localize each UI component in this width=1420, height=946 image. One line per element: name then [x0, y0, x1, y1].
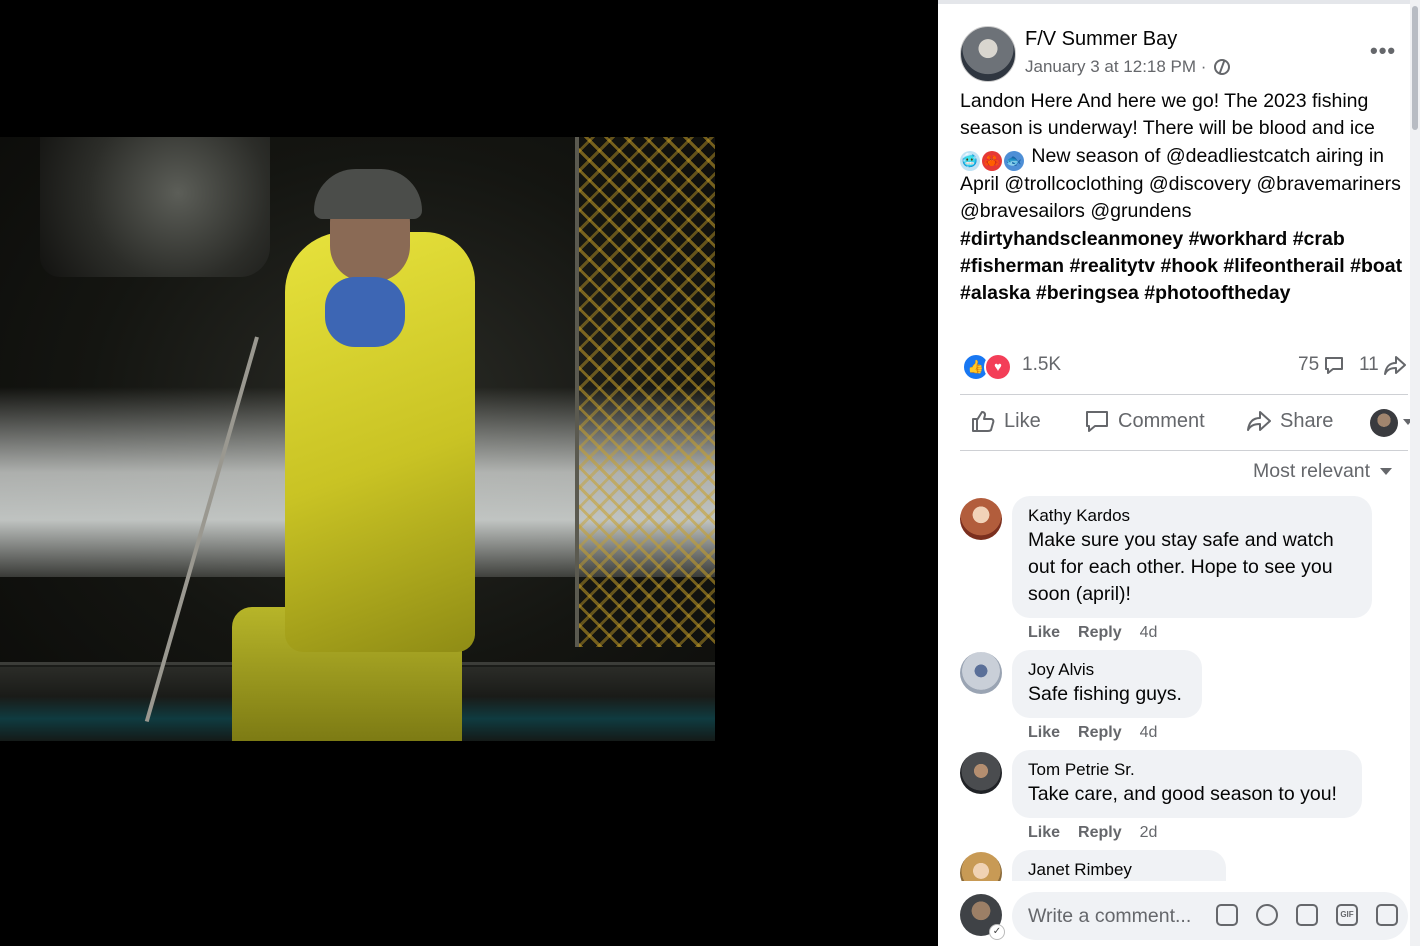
comment-age[interactable]: 4d — [1140, 624, 1158, 642]
reactions-summary[interactable]: 👍 ♥ 1.5K 75 11 — [960, 352, 1410, 381]
emoji-icon[interactable] — [1256, 904, 1278, 926]
comment-like-button[interactable]: Like — [1028, 724, 1060, 742]
comment-list: Kathy Kardos Make sure you stay safe and… — [938, 440, 1420, 881]
comment-actions: Like Reply 2d — [1028, 824, 1175, 842]
comment-text: Safe fishing guys. — [1028, 683, 1182, 705]
comment-bubble: Joy Alvis Safe fishing guys. — [1012, 650, 1202, 718]
comment-label: Comment — [1118, 409, 1205, 432]
share-count[interactable]: 11 — [1359, 354, 1407, 376]
avatar-sticker-icon[interactable] — [1216, 904, 1238, 926]
post-as-avatar[interactable] — [1370, 409, 1398, 437]
comment-actions: Like Reply 4d — [1028, 724, 1175, 742]
post-meta: January 3 at 12:18 PM · — [1025, 57, 1231, 77]
comment-bubble: Janet Rimbey — [1012, 850, 1226, 881]
commenter-avatar[interactable] — [960, 652, 1002, 694]
share-button[interactable]: Share — [1246, 408, 1333, 434]
globe-icon[interactable] — [1214, 59, 1231, 75]
share-label: Share — [1280, 409, 1334, 432]
share-icon — [1247, 411, 1271, 431]
photo-viewer — [0, 0, 938, 946]
more-options-button[interactable]: ••• — [1370, 38, 1396, 64]
comment-reply-button[interactable]: Reply — [1078, 624, 1122, 642]
love-reaction-icon: ♥ — [984, 353, 1012, 381]
comment-text: Take care, and good season to you! — [1028, 783, 1337, 805]
post-mentions[interactable]: New season of @deadliestcatch airing in … — [960, 145, 1401, 222]
reaction-count[interactable]: 1.5K — [1022, 354, 1061, 376]
divider-top — [960, 394, 1408, 395]
crab-pot — [575, 137, 715, 647]
gif-icon[interactable]: GIF — [1336, 904, 1358, 926]
comment-composer: ✓ Write a comment... GIF — [960, 890, 1410, 942]
comment-count-value: 75 — [1298, 354, 1320, 375]
fisherman-cap — [314, 169, 422, 219]
comment-bubble: Tom Petrie Sr. Take care, and good seaso… — [1012, 750, 1362, 818]
post-text: Landon Here And here we go! The 2023 fis… — [960, 88, 1410, 308]
comment-author[interactable]: Kathy Kardos — [1028, 505, 1356, 527]
comment-like-button[interactable]: Like — [1028, 624, 1060, 642]
comment-button[interactable]: Comment — [1084, 408, 1205, 434]
comment-text: Make sure you stay safe and watch out fo… — [1028, 529, 1334, 605]
fish-emoji: 🐟 — [1004, 150, 1024, 171]
comment-age[interactable]: 2d — [1140, 824, 1158, 842]
comment-author[interactable]: Tom Petrie Sr. — [1028, 759, 1346, 781]
scrollbar-thumb[interactable] — [1412, 6, 1418, 130]
post-hashtags[interactable]: #dirtyhandscleanmoney #workhard #crab #f… — [960, 228, 1402, 305]
fisherman-glove-hook — [325, 277, 405, 347]
composer-icons: GIF — [1216, 904, 1398, 926]
comment-icon — [1325, 357, 1344, 374]
chevron-down-icon[interactable]: ✓ — [989, 924, 1005, 940]
comment-icon — [1086, 411, 1108, 432]
comment-count[interactable]: 75 — [1298, 354, 1345, 376]
comment-bubble: Kathy Kardos Make sure you stay safe and… — [1012, 496, 1372, 618]
thumb-icon — [972, 411, 995, 432]
camera-icon[interactable] — [1296, 904, 1318, 926]
comment-age[interactable]: 4d — [1140, 724, 1158, 742]
like-button[interactable]: Like — [970, 408, 1041, 434]
comment-reply-button[interactable]: Reply — [1078, 824, 1122, 842]
comment-author[interactable]: Joy Alvis — [1028, 659, 1186, 681]
commenter-avatar[interactable] — [960, 852, 1002, 881]
share-count-value: 11 — [1359, 354, 1379, 375]
commenter-avatar[interactable] — [960, 498, 1002, 540]
share-icon — [1383, 356, 1406, 375]
post-intro: Landon Here And here we go! The 2023 fis… — [960, 90, 1375, 140]
sticker-icon[interactable] — [1376, 904, 1398, 926]
commenter-avatar[interactable] — [960, 752, 1002, 794]
comment-reply-button[interactable]: Reply — [1078, 724, 1122, 742]
comment-like-button[interactable]: Like — [1028, 824, 1060, 842]
page-name[interactable]: F/V Summer Bay — [1025, 28, 1177, 51]
post-timestamp[interactable]: January 3 at 12:18 PM · — [1025, 57, 1206, 77]
comment-author[interactable]: Janet Rimbey — [1028, 859, 1210, 881]
panel-top-border — [938, 0, 1420, 4]
post-photo[interactable] — [0, 137, 715, 741]
hydraulic-block — [40, 137, 270, 277]
comment-actions: Like Reply 4d — [1028, 624, 1175, 642]
page-avatar[interactable] — [960, 26, 1016, 82]
like-label: Like — [1004, 409, 1041, 432]
cold-face-emoji: 🥶 — [960, 150, 980, 171]
crab-emoji: 🦀 — [982, 150, 1002, 171]
